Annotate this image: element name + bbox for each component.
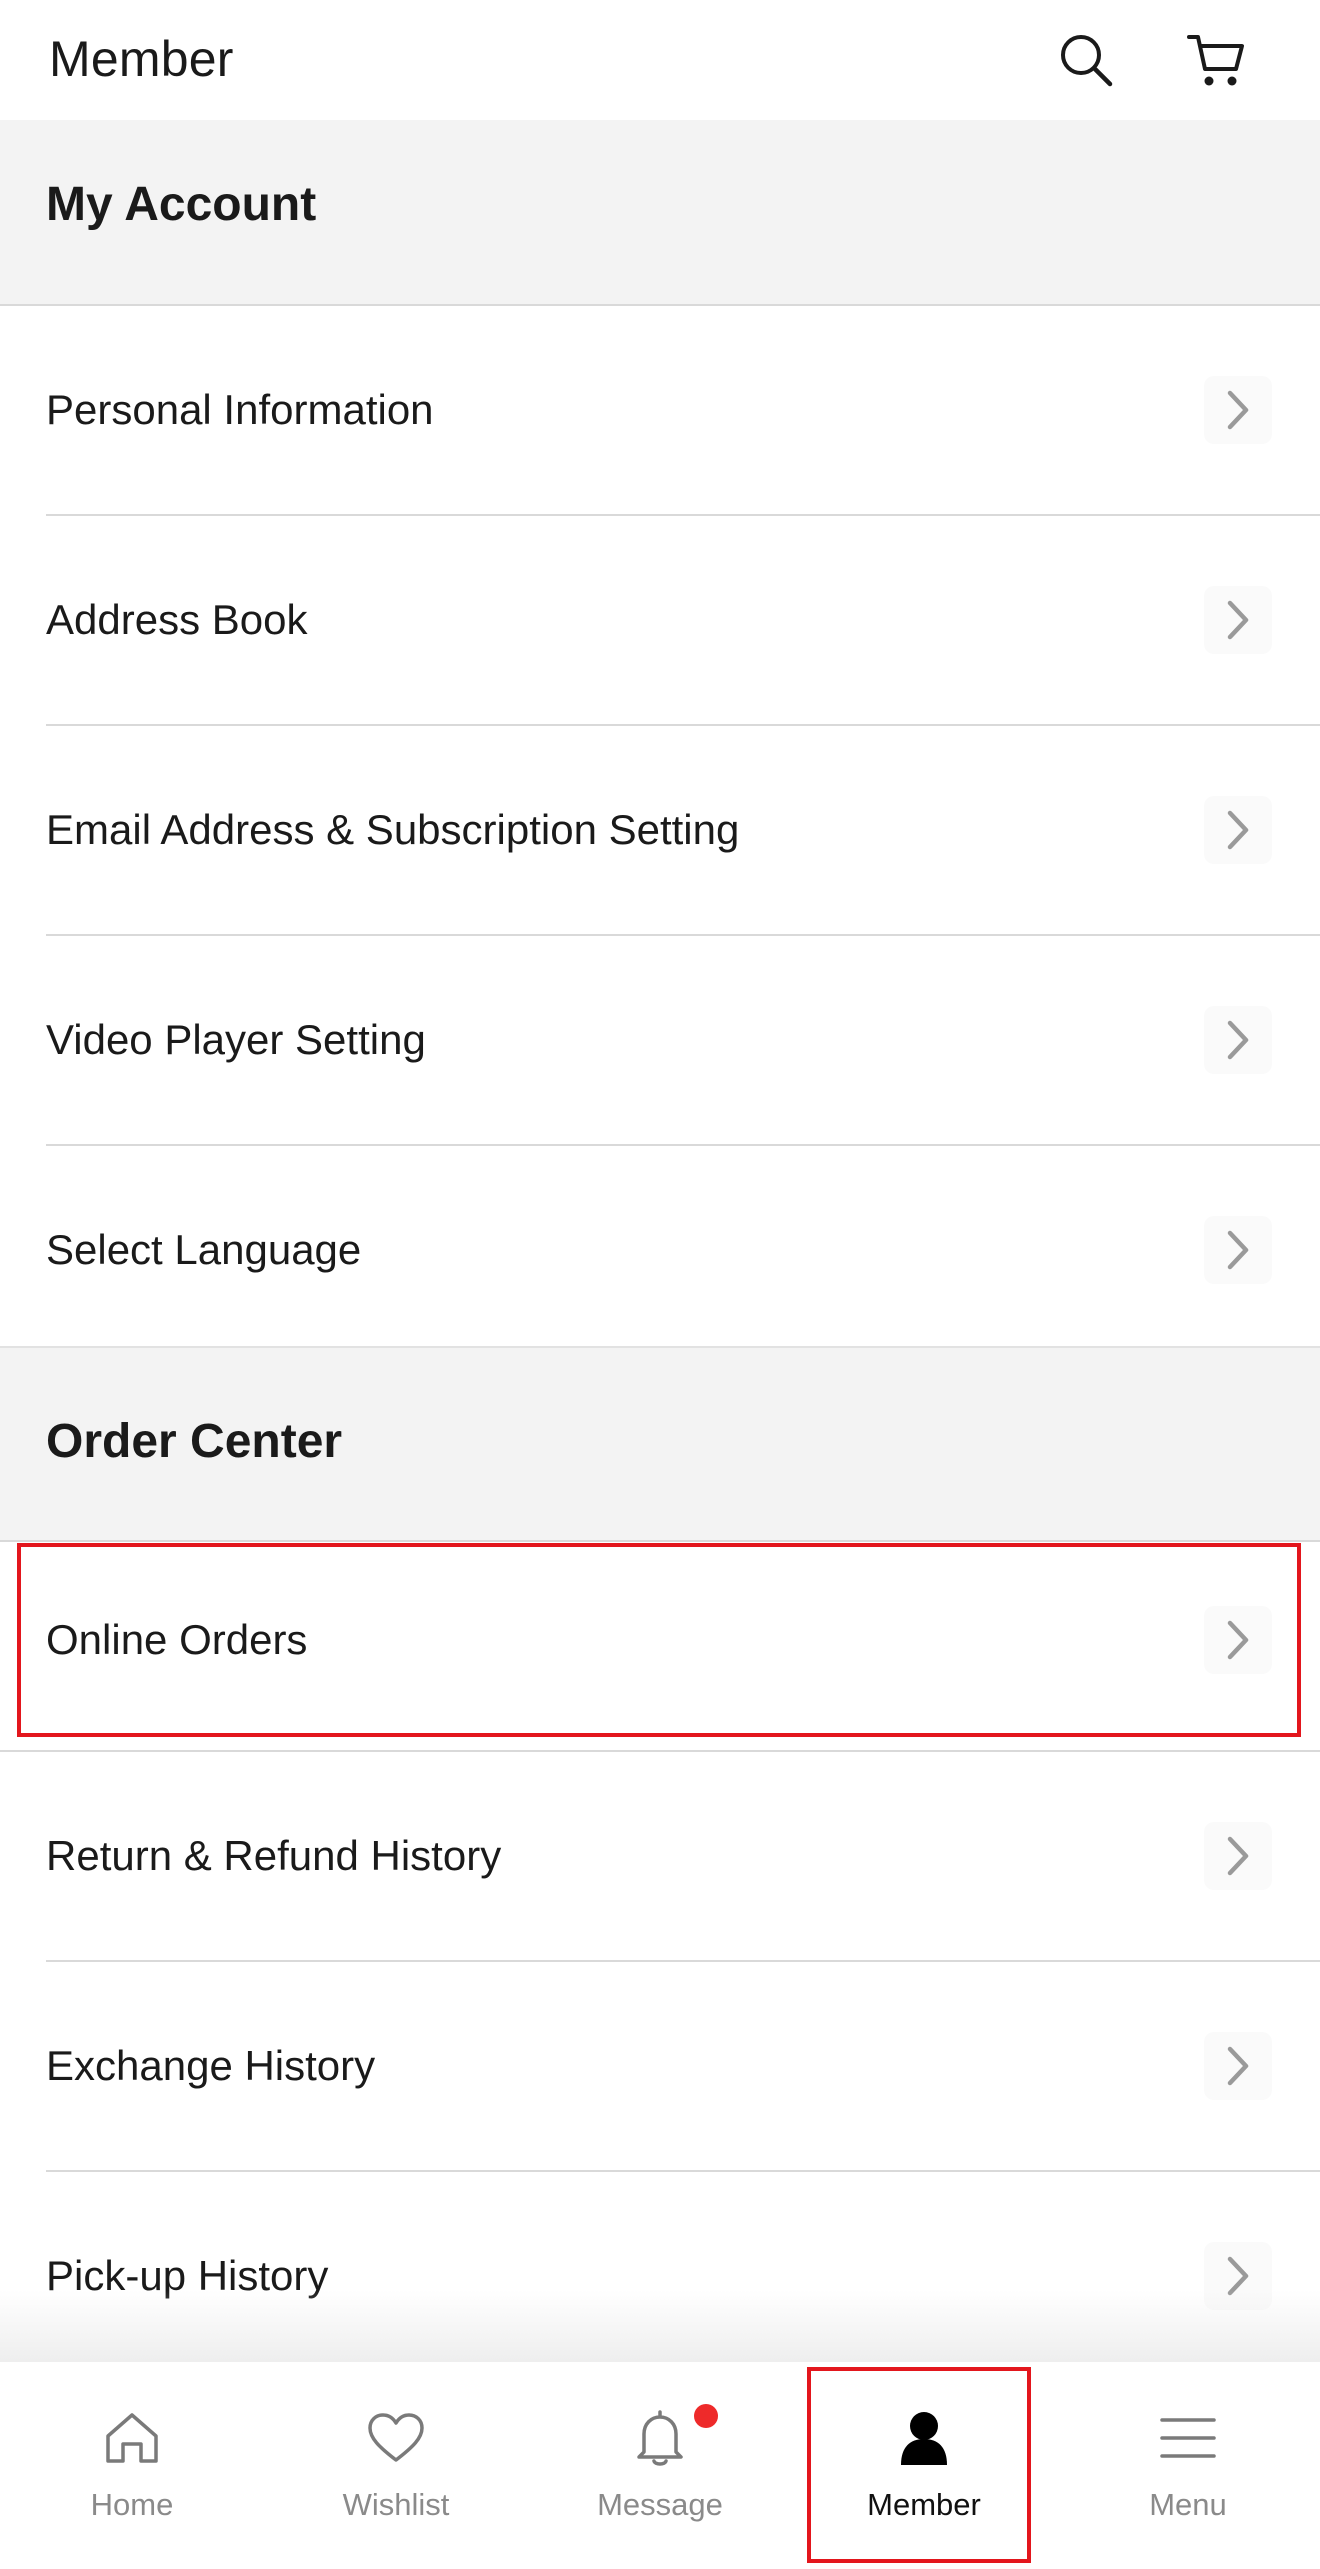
search-icon: [1061, 35, 1113, 87]
list-item-select-language[interactable]: Select Language: [0, 1146, 1320, 1356]
tab-home[interactable]: Home: [0, 2362, 264, 2569]
list-item-label: Select Language: [46, 1226, 362, 1273]
chevron-right-icon: [1204, 1006, 1272, 1074]
cart-button[interactable]: [1178, 22, 1254, 98]
list-item-personal-information[interactable]: Personal Information: [0, 306, 1320, 516]
list-item-label: Email Address & Subscription Setting: [46, 806, 740, 853]
chevron-right-icon: [1204, 796, 1272, 864]
section-title: My Account: [46, 178, 317, 231]
search-button[interactable]: [1048, 22, 1124, 98]
hamburger-icon: [1160, 2418, 1216, 2458]
list-item-label: Video Player Setting: [46, 1016, 426, 1063]
top-bar: Member: [0, 0, 1320, 120]
tab-label: Home: [90, 2487, 174, 2522]
heart-icon: [368, 2413, 424, 2462]
bottom-tab-bar: Home Wishlist Message Member Menu: [0, 2362, 1320, 2569]
scroll-fade: [0, 2290, 1320, 2362]
list-item-label: Return & Refund History: [46, 1832, 502, 1879]
list-item-return-refund-history[interactable]: Return & Refund History: [0, 1752, 1320, 1962]
member-page: Member My Account Personal Information A…: [0, 0, 1320, 2569]
list-item-label: Online Orders: [46, 1616, 308, 1663]
tab-message[interactable]: Message: [528, 2362, 792, 2569]
list-item-address-book[interactable]: Address Book: [0, 516, 1320, 726]
section-header-my-account: My Account: [0, 120, 1320, 306]
list-item-online-orders[interactable]: Online Orders: [0, 1542, 1320, 1752]
section-title: Order Center: [46, 1415, 343, 1468]
chevron-right-icon: [1204, 1606, 1272, 1674]
person-icon: [901, 2412, 947, 2465]
order-center-list: Online Orders Return & Refund History Ex…: [0, 1542, 1320, 2382]
chevron-right-icon: [1204, 586, 1272, 654]
message-notification-badge: [694, 2404, 718, 2428]
section-header-order-center: Order Center: [0, 1346, 1320, 1542]
bell-icon: [637, 2410, 683, 2466]
chevron-right-icon: [1204, 376, 1272, 444]
list-item-exchange-history[interactable]: Exchange History: [0, 1962, 1320, 2172]
list-item-label: Personal Information: [46, 386, 434, 433]
list-item-email-subscription[interactable]: Email Address & Subscription Setting: [0, 726, 1320, 936]
tab-member[interactable]: Member: [792, 2362, 1056, 2569]
tab-menu[interactable]: Menu: [1056, 2362, 1320, 2569]
home-icon: [106, 2413, 158, 2463]
chevron-right-icon: [1204, 1216, 1272, 1284]
cart-icon: [1187, 35, 1244, 86]
tab-label: Message: [597, 2487, 723, 2522]
tab-label: Wishlist: [342, 2487, 450, 2522]
chevron-right-icon: [1204, 1822, 1272, 1890]
tab-label: Menu: [1149, 2487, 1227, 2522]
tab-label: Member: [867, 2487, 981, 2522]
list-item-label: Address Book: [46, 596, 308, 643]
tab-wishlist[interactable]: Wishlist: [264, 2362, 528, 2569]
my-account-list: Personal Information Address Book Email …: [0, 306, 1320, 1356]
chevron-right-icon: [1204, 2032, 1272, 2100]
list-item-video-player-setting[interactable]: Video Player Setting: [0, 936, 1320, 1146]
page-title: Member: [49, 31, 234, 87]
list-item-label: Exchange History: [46, 2042, 376, 2089]
